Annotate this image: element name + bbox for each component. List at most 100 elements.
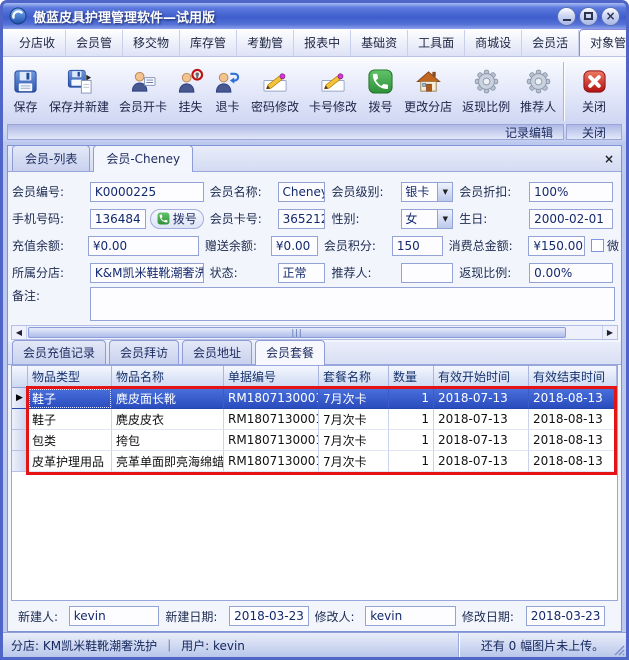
- minimize-button[interactable]: [557, 7, 576, 26]
- resize-grip-icon[interactable]: [613, 644, 625, 656]
- menu-item-object-mgmt[interactable]: 对象管: [579, 29, 629, 57]
- cell-item-name[interactable]: 亮革单面即亮海绵蜡: [112, 451, 224, 472]
- cashback-ratio-button[interactable]: 返现比例: [457, 59, 515, 124]
- column-header[interactable]: 单据编号: [224, 366, 319, 388]
- cell-start-date[interactable]: 2018-07-13: [434, 430, 529, 451]
- cell-start-date[interactable]: 2018-07-13: [434, 451, 529, 472]
- cell-end-date[interactable]: 2018-08-13: [529, 388, 617, 409]
- table-row[interactable]: 鞋子 麂皮皮衣 RM1807130001 7月次卡 1 2018-07-13 2…: [12, 409, 617, 430]
- menu-item-branch-receive[interactable]: 分店收: [9, 30, 66, 56]
- cell-item-type[interactable]: 包类: [28, 430, 112, 451]
- gift-balance-field[interactable]: ¥0.00: [271, 236, 318, 256]
- cell-item-name[interactable]: 麂皮面长靴: [112, 388, 224, 409]
- cell-package-name[interactable]: 7月次卡: [319, 430, 389, 451]
- member-level-select[interactable]: 银卡 ▼: [401, 182, 453, 202]
- tab-member-package[interactable]: 会员套餐: [255, 340, 325, 365]
- row-selector-cell[interactable]: [12, 430, 28, 451]
- change-card-number-button[interactable]: 卡号修改: [304, 59, 362, 124]
- change-branch-button[interactable]: 更改分店: [399, 59, 457, 124]
- branch-field[interactable]: K&M凯米鞋靴潮奢洗: [90, 263, 204, 283]
- save-button[interactable]: 保存: [7, 59, 44, 124]
- cell-qty[interactable]: 1: [389, 430, 434, 451]
- member-discount-field[interactable]: 100%: [529, 182, 613, 202]
- cell-item-type[interactable]: 鞋子: [28, 388, 112, 409]
- tab-member-visits[interactable]: 会员拜访: [109, 340, 179, 364]
- referrer-button[interactable]: 推荐人: [515, 59, 561, 124]
- points-field[interactable]: 150: [392, 236, 443, 256]
- tab-recharge-records[interactable]: 会员充值记录: [12, 340, 106, 364]
- save-and-new-button[interactable]: 保存并新建: [44, 59, 114, 124]
- tab-close-button[interactable]: ×: [601, 151, 617, 167]
- column-header[interactable]: 有效结束时间: [529, 366, 617, 388]
- scroll-right-icon[interactable]: ▶: [602, 326, 617, 339]
- cashback-field[interactable]: 0.00%: [529, 263, 613, 283]
- table-row[interactable]: ▶ 鞋子 麂皮面长靴 RM1807130001 7月次卡 1 2018-07-1…: [12, 388, 617, 409]
- gender-select[interactable]: 女 ▼: [401, 209, 453, 229]
- menu-item-transfer[interactable]: 移交物: [123, 30, 180, 56]
- referrer-field[interactable]: [401, 263, 453, 283]
- cell-start-date[interactable]: 2018-07-13: [434, 409, 529, 430]
- cell-end-date[interactable]: 2018-08-13: [529, 409, 617, 430]
- cell-package-name[interactable]: 7月次卡: [319, 409, 389, 430]
- member-name-field[interactable]: Cheney: [278, 182, 326, 202]
- cell-qty[interactable]: 1: [389, 451, 434, 472]
- recharge-balance-field[interactable]: ¥0.00: [88, 236, 199, 256]
- scroll-left-icon[interactable]: ◀: [12, 326, 27, 339]
- change-password-button[interactable]: 密码修改: [246, 59, 304, 124]
- cell-qty[interactable]: 1: [389, 409, 434, 430]
- cell-qty[interactable]: 1: [389, 388, 434, 409]
- column-header[interactable]: 数量: [389, 366, 434, 388]
- cell-package-name[interactable]: 7月次卡: [319, 451, 389, 472]
- cell-doc-no[interactable]: RM1807130001: [224, 451, 319, 472]
- cell-item-type[interactable]: 鞋子: [28, 409, 112, 430]
- report-loss-button[interactable]: 挂失: [172, 59, 209, 124]
- return-card-button[interactable]: 退卡: [209, 59, 246, 124]
- cell-start-date[interactable]: 2018-07-13: [434, 388, 529, 409]
- status-field[interactable]: 正常: [278, 263, 326, 283]
- column-header[interactable]: 物品类型: [28, 366, 112, 388]
- tab-member-list[interactable]: 会员-列表: [12, 145, 90, 171]
- row-selector-cell[interactable]: [12, 409, 28, 430]
- cell-doc-no[interactable]: RM1807130001: [224, 409, 319, 430]
- wechat-checkbox[interactable]: [591, 239, 604, 252]
- cell-package-name[interactable]: 7月次卡: [319, 388, 389, 409]
- table-row[interactable]: 包类 挎包 RM1807130001 7月次卡 1 2018-07-13 201…: [12, 430, 617, 451]
- remark-field[interactable]: [90, 287, 615, 321]
- cell-item-type[interactable]: 皮革护理用品: [28, 451, 112, 472]
- cell-end-date[interactable]: 2018-08-13: [529, 451, 617, 472]
- menu-item-reports[interactable]: 报表中: [294, 30, 351, 56]
- close-button[interactable]: ×: [601, 7, 620, 26]
- menu-item-member-mgmt[interactable]: 会员管: [66, 30, 123, 56]
- scrollbar-track[interactable]: [567, 326, 602, 339]
- tab-member-cheney[interactable]: 会员-Cheney: [93, 145, 193, 172]
- chevron-down-icon[interactable]: ▼: [437, 210, 452, 228]
- created-by-field[interactable]: kevin: [69, 606, 160, 626]
- dial-button[interactable]: 拨号: [362, 59, 399, 124]
- cell-item-name[interactable]: 挎包: [112, 430, 224, 451]
- total-spent-field[interactable]: ¥150.00: [528, 236, 585, 256]
- horizontal-scrollbar[interactable]: ◀ ||| ▶: [11, 325, 618, 340]
- column-header[interactable]: 物品名称: [112, 366, 224, 388]
- menu-item-basic-data[interactable]: 基础资: [351, 30, 408, 56]
- chevron-down-icon[interactable]: ▼: [437, 183, 452, 201]
- menu-item-tools[interactable]: 工具面: [408, 30, 465, 56]
- birthday-field[interactable]: 2000-02-01: [529, 209, 613, 229]
- maximize-button[interactable]: [579, 7, 598, 26]
- table-row[interactable]: 皮革护理用品 亮革单面即亮海绵蜡 RM1807130001 7月次卡 1 201…: [12, 451, 617, 472]
- created-date-field[interactable]: 2018-03-23: [229, 606, 308, 626]
- scrollbar-thumb[interactable]: |||: [28, 327, 566, 338]
- column-header[interactable]: 有效开始时间: [434, 366, 529, 388]
- menu-item-inventory[interactable]: 库存管: [180, 30, 237, 56]
- cell-doc-no[interactable]: RM1807130001: [224, 388, 319, 409]
- member-no-field[interactable]: K0000225: [90, 182, 204, 202]
- menu-item-member-activity[interactable]: 会员活: [522, 30, 579, 56]
- card-no-field[interactable]: 365212: [278, 209, 326, 229]
- phone-field[interactable]: 136484: [90, 209, 146, 229]
- row-selector-icon[interactable]: ▶: [12, 388, 28, 409]
- menu-item-mall-settings[interactable]: 商城设: [465, 30, 522, 56]
- cell-doc-no[interactable]: RM1807130001: [224, 430, 319, 451]
- modified-by-field[interactable]: kevin: [365, 606, 456, 626]
- modified-date-field[interactable]: 2018-03-23: [526, 606, 605, 626]
- title-bar[interactable]: 傲蓝皮具护理管理软件—试用版 ×: [3, 3, 626, 29]
- tab-member-address[interactable]: 会员地址: [182, 340, 252, 364]
